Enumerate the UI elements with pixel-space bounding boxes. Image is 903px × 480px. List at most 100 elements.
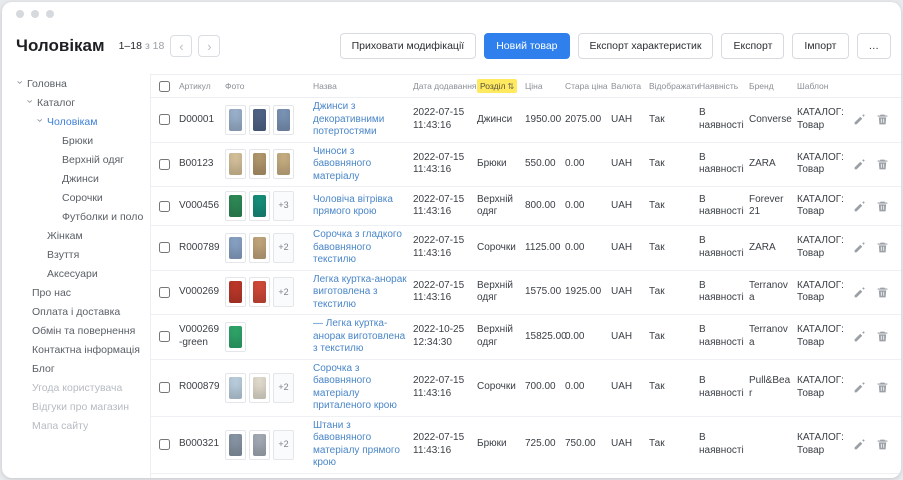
product-photo[interactable]	[249, 430, 270, 460]
product-photo[interactable]	[273, 149, 294, 179]
product-photo[interactable]	[249, 233, 270, 263]
product-name-link[interactable]: Джинси з декоративними потертостями	[313, 101, 384, 137]
import-button[interactable]: Імпорт	[792, 33, 848, 59]
delete-button[interactable]	[875, 438, 889, 452]
row-checkbox[interactable]	[159, 201, 170, 212]
product-photo[interactable]	[225, 277, 246, 307]
export-button[interactable]: Експорт	[721, 33, 784, 59]
sidebar-item-about[interactable]: Про нас	[10, 283, 150, 302]
product-photo[interactable]	[249, 105, 270, 135]
sidebar-item-label: Мапа сайту	[32, 420, 88, 432]
select-all-checkbox[interactable]	[159, 81, 170, 92]
product-photo[interactable]	[225, 373, 246, 403]
sidebar-item-payment-delivery[interactable]: Оплата і доставка	[10, 302, 150, 321]
prev-page-button[interactable]: ‹	[170, 35, 192, 57]
edit-button[interactable]	[852, 157, 866, 171]
section-cell: Верхній одяг	[475, 277, 523, 308]
sidebar-item-user-agreement[interactable]: Угода користувача	[10, 378, 150, 397]
more-button[interactable]: …	[857, 33, 892, 59]
sidebar-item-men[interactable]: ›Чоловікам	[10, 112, 150, 131]
edit-button[interactable]	[852, 113, 866, 127]
edit-button[interactable]	[852, 330, 866, 344]
more-photos-badge[interactable]: +3	[273, 191, 294, 221]
product-photo[interactable]	[249, 191, 270, 221]
sidebar-item-home[interactable]: ›Головна	[10, 74, 150, 93]
product-photo[interactable]	[225, 430, 246, 460]
sidebar-item-exchange-return[interactable]: Обмін та повернення	[10, 321, 150, 340]
template-cell: КАТАЛОГ: Товар	[795, 149, 849, 180]
table-row: R000789 +2 Сорочка з гладкого бавовняног…	[151, 226, 901, 271]
more-photos-badge[interactable]: +2	[273, 373, 294, 403]
product-photo[interactable]	[225, 322, 246, 352]
product-name-link[interactable]: Чоловіча вітрівка прямого крою	[313, 194, 393, 218]
column-header-currency: Валюта	[609, 79, 647, 93]
product-name-link[interactable]: — Легка куртка-анорак виготовлена з текс…	[313, 318, 405, 354]
edit-button[interactable]	[852, 199, 866, 213]
more-photos-badge[interactable]: +2	[273, 478, 294, 479]
delete-button[interactable]	[875, 381, 889, 395]
edit-button[interactable]	[852, 241, 866, 255]
new-product-button[interactable]: Новий товар	[484, 33, 569, 59]
product-name-link[interactable]: Чиноси з бавовняного матеріалу	[313, 146, 371, 182]
sidebar-item-jeans[interactable]: Джинси	[10, 169, 150, 188]
row-checkbox[interactable]	[159, 439, 170, 450]
product-photo[interactable]	[249, 277, 270, 307]
product-photo[interactable]	[225, 105, 246, 135]
product-name-link[interactable]: Штани з бавовняного матеріалу прямого кр…	[313, 420, 400, 469]
sidebar-item-pants[interactable]: Брюки	[10, 131, 150, 150]
display-cell: Так	[647, 197, 697, 216]
delete-button[interactable]	[875, 157, 889, 171]
product-photo[interactable]	[225, 191, 246, 221]
product-photo[interactable]	[225, 478, 246, 479]
edit-button[interactable]	[852, 381, 866, 395]
row-checkbox[interactable]	[159, 242, 170, 253]
export-characteristics-button[interactable]: Експорт характеристик	[578, 33, 714, 59]
sidebar-item-contacts[interactable]: Контактна інформація	[10, 340, 150, 359]
display-cell: Так	[647, 239, 697, 258]
product-photo[interactable]	[225, 149, 246, 179]
row-checkbox[interactable]	[159, 287, 170, 298]
table-header-row: АртикулФотоНазваДата додаванняРозділ⇅Цін…	[151, 74, 901, 98]
row-checkbox[interactable]	[159, 382, 170, 393]
time-added: 11:43:16	[413, 206, 473, 219]
row-checkbox[interactable]	[159, 114, 170, 125]
row-actions	[849, 327, 901, 347]
product-name-link[interactable]: Сорочка з гладкого бавовняного текстилю	[313, 229, 402, 265]
sidebar-item-outerwear[interactable]: Верхній одяг	[10, 150, 150, 169]
more-photos-badge[interactable]: +2	[273, 430, 294, 460]
delete-button[interactable]	[875, 199, 889, 213]
more-photos-badge[interactable]: +2	[273, 233, 294, 263]
date-added: 2022-07-15	[413, 432, 473, 445]
sidebar-item-catalog[interactable]: ›Каталог	[10, 93, 150, 112]
sidebar-item-footwear[interactable]: Взуття	[10, 245, 150, 264]
sidebar-item-shirts[interactable]: Сорочки	[10, 188, 150, 207]
sidebar-item-tshirts-polo[interactable]: Футболки и поло	[10, 207, 150, 226]
product-photo[interactable]	[249, 373, 270, 403]
sidebar-item-blog[interactable]: Блог	[10, 359, 150, 378]
sidebar-item-women[interactable]: Жінкам	[10, 226, 150, 245]
template-cell: КАТАЛОГ: Товар	[795, 372, 849, 403]
product-photo[interactable]	[249, 149, 270, 179]
sidebar-item-store-reviews[interactable]: Відгуки про магазин	[10, 397, 150, 416]
hide-modifications-button[interactable]: Приховати модифікації	[340, 33, 477, 59]
sidebar-item-accessories[interactable]: Аксесуари	[10, 264, 150, 283]
delete-button[interactable]	[875, 241, 889, 255]
row-checkbox[interactable]	[159, 331, 170, 342]
more-photos-badge[interactable]: +2	[273, 277, 294, 307]
edit-button[interactable]	[852, 438, 866, 452]
product-photo[interactable]	[273, 105, 294, 135]
next-page-button[interactable]: ›	[198, 35, 220, 57]
page-title: Чоловікам	[16, 36, 105, 56]
product-photo[interactable]	[225, 233, 246, 263]
product-name-link[interactable]: Легка куртка-анорак виготовлена з тексти…	[313, 274, 407, 310]
date-cell: 2022-07-15 11:43:16	[411, 277, 475, 308]
sidebar-item-sitemap[interactable]: Мапа сайту	[10, 416, 150, 435]
row-checkbox[interactable]	[159, 159, 170, 170]
delete-button[interactable]	[875, 113, 889, 127]
product-photo[interactable]	[249, 478, 270, 479]
delete-button[interactable]	[875, 330, 889, 344]
edit-button[interactable]	[852, 285, 866, 299]
product-name-link[interactable]: Сорочка з бавовняного матеріалу притален…	[313, 363, 397, 412]
delete-button[interactable]	[875, 285, 889, 299]
column-header-section[interactable]: Розділ⇅	[475, 77, 523, 95]
